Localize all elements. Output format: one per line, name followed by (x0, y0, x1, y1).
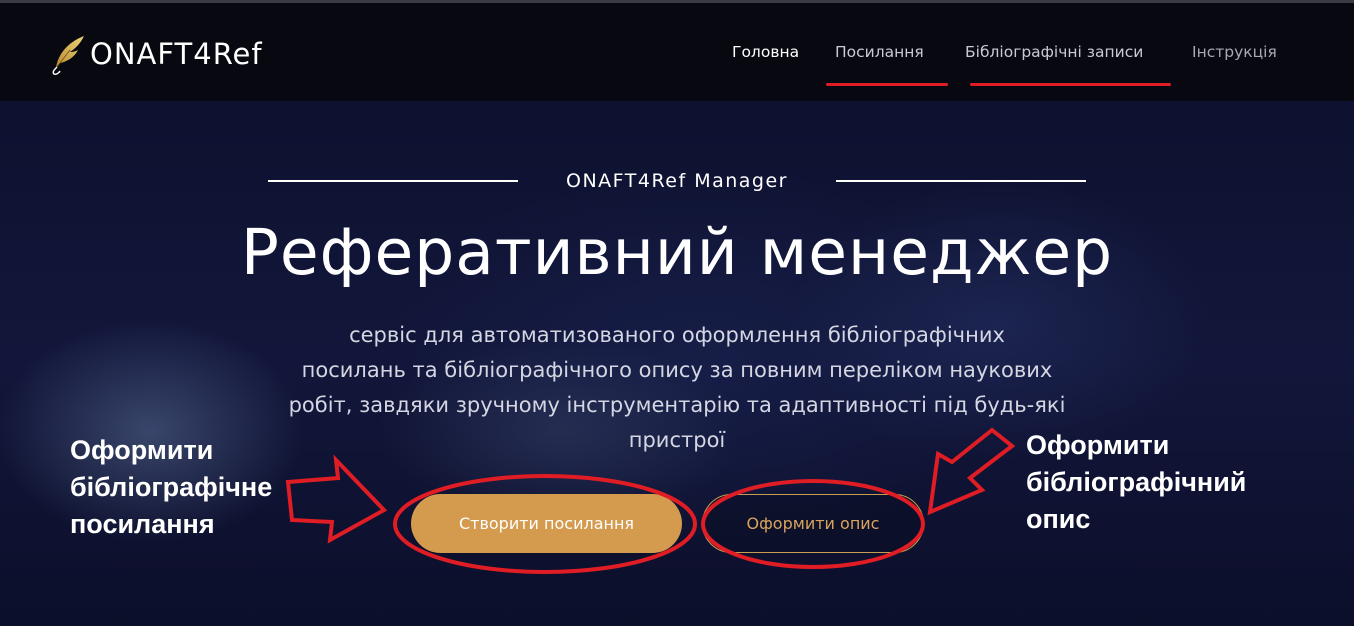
nav-item-bibliographic-records[interactable]: Бібліографічні записи (965, 43, 1143, 61)
annotation-line: бібліографічний (1026, 467, 1247, 497)
hero-subtitle-line: пристрої (628, 428, 726, 452)
annotation-text-left: Оформити бібліографічне посилання (70, 432, 272, 543)
nav-item-instructions[interactable]: Інструкція (1192, 43, 1277, 61)
annotation-line: посилання (70, 509, 215, 539)
hero-title: Реферативний менеджер (240, 216, 1114, 289)
quill-feather-icon (52, 36, 84, 75)
annotation-underline-links (826, 83, 948, 86)
hero-subtitle-line: сервіс для автоматизованого оформлення б… (349, 323, 1005, 347)
annotation-line: бібліографічне (70, 472, 273, 502)
nav-item-links[interactable]: Посилання (835, 43, 924, 61)
annotation-underline-records (970, 83, 1171, 86)
site-logo[interactable]: ONAFT4Ref (48, 32, 263, 76)
hero-kicker: ONAFT4Ref Manager (565, 170, 788, 192)
format-description-button[interactable]: Оформити опис (702, 494, 924, 553)
annotation-line: Оформити (1026, 430, 1170, 460)
annotation-line: опис (1026, 504, 1091, 534)
hero-subtitle-line: посилань та бібліографічного опису за по… (301, 358, 1053, 382)
hero-subtitle: сервіс для автоматизованого оформлення б… (240, 318, 1114, 458)
annotation-text-right: Оформити бібліографічний опис (1026, 427, 1246, 538)
annotation-line: Оформити (70, 435, 214, 465)
create-reference-button[interactable]: Створити посилання (411, 494, 682, 553)
nav-item-home[interactable]: Головна (732, 43, 799, 61)
hero-subtitle-line: робіт, завдяки зручному інструментарію т… (288, 393, 1066, 417)
kicker-rule-left (268, 180, 518, 182)
kicker-rule-right (836, 180, 1086, 182)
logo-text: ONAFT4Ref (90, 36, 263, 71)
